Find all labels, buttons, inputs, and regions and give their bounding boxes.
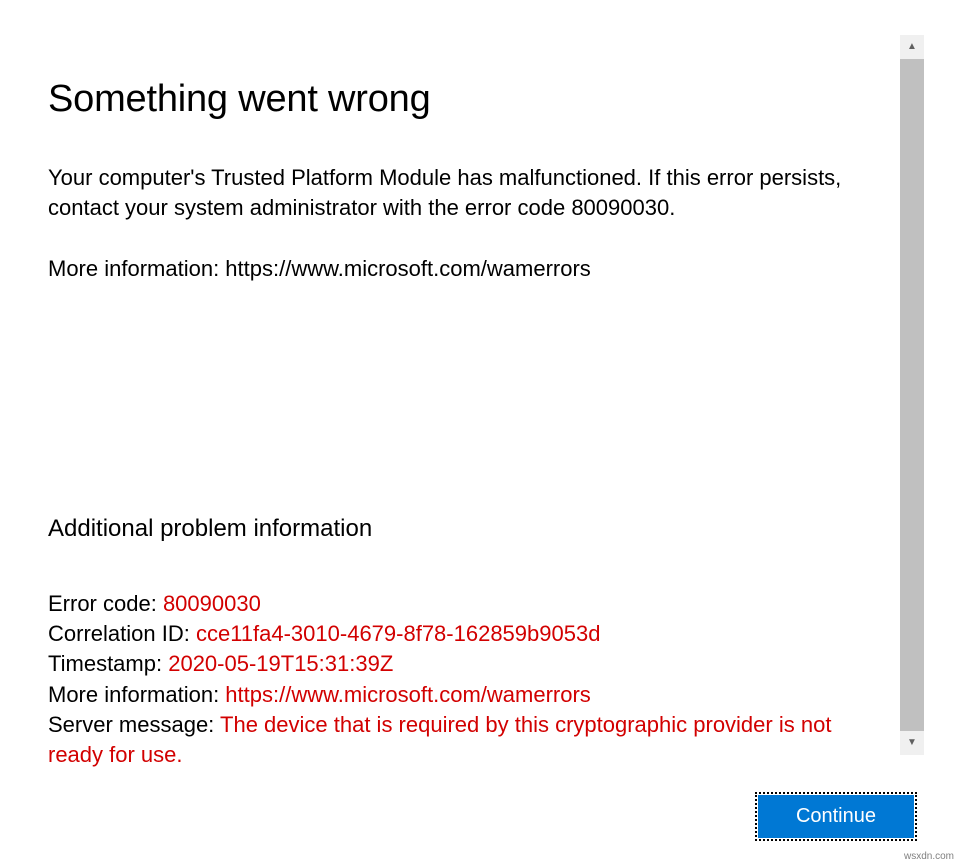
dialog-footer: Continue — [758, 795, 914, 838]
page-title: Something went wrong — [48, 78, 892, 121]
more-information-line: More information: https://www.microsoft.… — [48, 254, 892, 285]
correlation-id-label: Correlation ID: — [48, 621, 196, 646]
timestamp-value: 2020-05-19T15:31:39Z — [168, 651, 393, 676]
server-message-label: Server message: — [48, 712, 220, 737]
server-message-row: Server message: The device that is requi… — [48, 710, 892, 771]
chevron-down-icon: ▼ — [907, 738, 917, 748]
additional-info-heading: Additional problem information — [48, 515, 892, 543]
more-info-row: More information: https://www.microsoft.… — [48, 680, 892, 710]
more-info-detail-value: https://www.microsoft.com/wamerrors — [225, 682, 591, 707]
problem-details: Error code: 80090030 Correlation ID: cce… — [48, 589, 892, 771]
error-description: Your computer's Trusted Platform Module … — [48, 163, 892, 224]
error-code-label: Error code: — [48, 591, 163, 616]
error-code-value: 80090030 — [163, 591, 261, 616]
correlation-id-value: cce11fa4-3010-4679-8f78-162859b9053d — [196, 621, 601, 646]
error-code-row: Error code: 80090030 — [48, 589, 892, 619]
dialog-content: Something went wrong Your computer's Tru… — [48, 78, 892, 771]
timestamp-label: Timestamp: — [48, 651, 168, 676]
watermark: wsxdn.com — [904, 851, 954, 862]
more-info-detail-label: More information: — [48, 682, 225, 707]
scroll-up-button[interactable]: ▲ — [900, 35, 924, 59]
scrollbar[interactable]: ▲ ▼ — [900, 35, 924, 755]
timestamp-row: Timestamp: 2020-05-19T15:31:39Z — [48, 649, 892, 679]
continue-button[interactable]: Continue — [758, 795, 914, 838]
more-info-label: More information: — [48, 256, 225, 281]
correlation-id-row: Correlation ID: cce11fa4-3010-4679-8f78-… — [48, 619, 892, 649]
more-info-url: https://www.microsoft.com/wamerrors — [225, 256, 591, 281]
chevron-up-icon: ▲ — [907, 42, 917, 52]
scroll-down-button[interactable]: ▼ — [900, 731, 924, 755]
scroll-thumb[interactable] — [900, 59, 924, 731]
